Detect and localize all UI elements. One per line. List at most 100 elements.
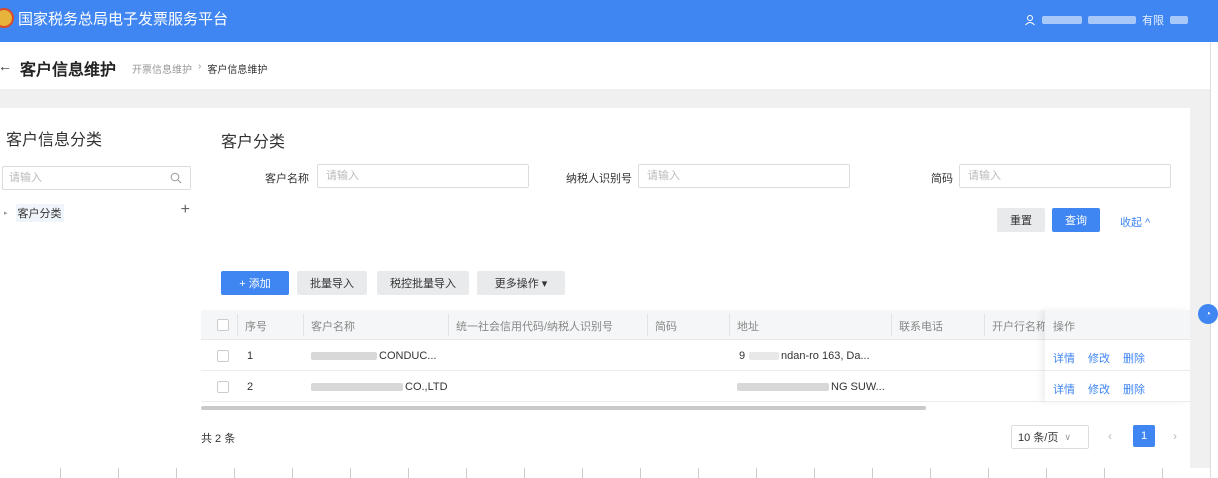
sidebar-title: 客户信息分类 xyxy=(6,132,103,149)
column-divider xyxy=(448,314,449,336)
taxpayer-id-label: 纳税人识别号 xyxy=(566,173,632,185)
address-cell: ndan-ro 163, Da... xyxy=(781,350,870,362)
ruler-tick xyxy=(640,468,641,478)
ruler-tick xyxy=(814,468,815,478)
page-size-select[interactable]: 10 条/页 ∨ xyxy=(1011,425,1089,449)
search-icon[interactable] xyxy=(170,172,182,184)
reset-button[interactable]: 重置 xyxy=(997,208,1045,232)
more-actions-dropdown[interactable]: 更多操作 ▾ xyxy=(477,271,565,295)
customer-name-cell: CONDUC... xyxy=(379,350,437,362)
column-divider xyxy=(891,314,892,336)
row-index: 1 xyxy=(247,350,254,362)
ruler-tick xyxy=(582,468,583,478)
user-name-redacted xyxy=(1042,16,1082,24)
chevron-down-icon: ∨ xyxy=(1064,431,1071,442)
main-panel: 客户分类 客户名称 纳税人识别号 简码 重置 查询 收起 ^ + 添加 批量导入… xyxy=(201,108,1190,468)
row-checkbox[interactable] xyxy=(217,350,229,362)
batch-import-button[interactable]: 批量导入 xyxy=(297,271,367,295)
customer-name-redacted xyxy=(311,383,403,391)
breadcrumb-bar: ← 客户信息维护 开票信息维护 › 客户信息维护 xyxy=(0,42,1218,90)
page-number-current[interactable]: 1 xyxy=(1133,425,1155,447)
add-button[interactable]: + 添加 xyxy=(221,271,289,295)
column-header-actions: 操作 xyxy=(1053,321,1075,333)
ruler-tick xyxy=(292,468,293,478)
add-category-icon[interactable]: + xyxy=(181,201,190,219)
customer-name-cell: CO.,LTD xyxy=(405,381,448,393)
taxpayer-id-input[interactable] xyxy=(638,164,850,188)
column-header-customer-name: 客户名称 xyxy=(311,321,355,333)
row-index: 2 xyxy=(247,381,254,393)
table-row: 2 CO.,LTD NG SUW... xyxy=(201,372,1190,402)
headset-support-icon[interactable]: ◔ xyxy=(1198,304,1218,324)
sidebar-search-box xyxy=(2,166,191,190)
tree-item-label[interactable]: 客户分类 xyxy=(15,204,64,222)
horizontal-scrollbar[interactable] xyxy=(201,406,926,410)
top-header-bar: 国家税务总局电子发票服务平台 有限 xyxy=(0,0,1218,42)
breadcrumb: 开票信息维护 › 客户信息维护 xyxy=(132,61,267,76)
table-row: 1 CONDUC... 9 ndan-ro 163, Da... xyxy=(201,341,1190,371)
address-cell: NG SUW... xyxy=(831,381,885,393)
row-actions: 详情 修改 删除 xyxy=(1045,372,1190,402)
category-sidebar: 客户信息分类 ▸ 客户分类 + xyxy=(0,108,201,478)
row-checkbox[interactable] xyxy=(217,381,229,393)
sidebar-search-input[interactable] xyxy=(9,167,159,189)
ruler-tick xyxy=(118,468,119,478)
user-icon xyxy=(1025,15,1035,26)
ruler-tick xyxy=(350,468,351,478)
column-divider xyxy=(984,314,985,336)
ruler-tick xyxy=(872,468,873,478)
tax-bureau-logo-icon xyxy=(0,8,14,28)
ruler-tick xyxy=(234,468,235,478)
delete-link[interactable]: 删除 xyxy=(1123,381,1145,397)
column-divider xyxy=(237,314,238,336)
row-actions: 详情 修改 删除 xyxy=(1045,341,1190,371)
collapse-link[interactable]: 收起 ^ xyxy=(1120,214,1150,230)
ruler-tick xyxy=(466,468,467,478)
breadcrumb-current: 客户信息维护 xyxy=(207,65,268,76)
ruler-tick xyxy=(1162,468,1163,478)
caret-right-icon[interactable]: ▸ xyxy=(4,209,8,217)
column-header-address: 地址 xyxy=(737,321,759,333)
next-page-icon[interactable]: › xyxy=(1173,429,1177,443)
actions-fixed-column: 操作 详情 修改 删除 详情 修改 删除 xyxy=(1045,310,1190,402)
detail-link[interactable]: 详情 xyxy=(1053,381,1075,397)
customer-name-label: 客户名称 xyxy=(265,173,309,185)
select-all-checkbox[interactable] xyxy=(217,319,229,331)
user-company-suffix: 有限 xyxy=(1142,15,1164,27)
address-redacted xyxy=(749,352,779,360)
column-header-credit-code: 统一社会信用代码/纳税人识别号 xyxy=(456,321,614,333)
tax-batch-import-button[interactable]: 税控批量导入 xyxy=(377,271,469,295)
ruler-tick xyxy=(176,468,177,478)
back-arrow-icon[interactable]: ← xyxy=(0,58,12,74)
ruler-tick xyxy=(930,468,931,478)
company-name-redacted xyxy=(1088,16,1136,24)
column-header-bank: 开户行名称 xyxy=(992,321,1047,333)
ruler-tick xyxy=(408,468,409,478)
tree-item-customer-category[interactable]: ▸ 客户分类 + xyxy=(4,201,194,222)
ruler-tick xyxy=(60,468,61,478)
column-divider xyxy=(729,314,730,336)
user-menu[interactable]: 有限 xyxy=(1024,12,1188,28)
ruler-tick xyxy=(1104,468,1105,478)
ruler-tick xyxy=(524,468,525,478)
column-divider xyxy=(303,314,304,336)
company-name-redacted-tail xyxy=(1170,16,1188,24)
address-cell-prefix: 9 xyxy=(739,350,746,362)
query-button[interactable]: 查询 xyxy=(1052,208,1100,232)
prev-page-icon[interactable]: ‹ xyxy=(1108,429,1112,443)
total-count: 共 2 条 xyxy=(201,433,236,445)
right-edge-strip xyxy=(1210,42,1218,478)
customer-name-input[interactable] xyxy=(317,164,529,188)
breadcrumb-parent[interactable]: 开票信息维护 xyxy=(132,61,192,76)
app-title: 国家税务总局电子发票服务平台 xyxy=(18,11,229,28)
ruler-tick xyxy=(756,468,757,478)
edit-link[interactable]: 修改 xyxy=(1088,381,1110,397)
detail-link[interactable]: 详情 xyxy=(1053,350,1075,366)
column-header-phone: 联系电话 xyxy=(899,321,943,333)
column-header-index: 序号 xyxy=(245,321,267,333)
short-code-input[interactable] xyxy=(959,164,1171,188)
delete-link[interactable]: 删除 xyxy=(1123,350,1145,366)
edit-link[interactable]: 修改 xyxy=(1088,350,1110,366)
ruler-tick xyxy=(988,468,989,478)
actions-column-header: 操作 xyxy=(1045,310,1190,340)
